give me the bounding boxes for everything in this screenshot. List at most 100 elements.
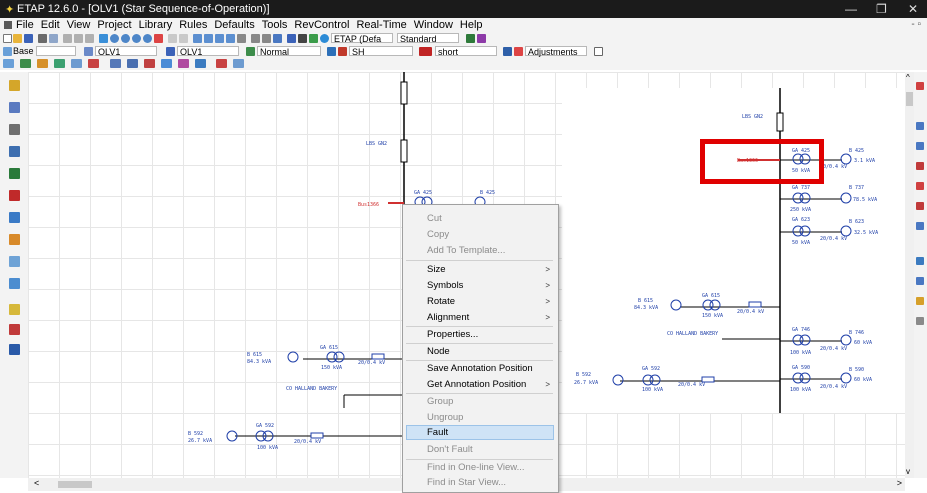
print-icon[interactable] [38, 34, 47, 43]
zoom-window-icon[interactable] [143, 34, 152, 43]
menu-item-symbols[interactable]: Symbols [427, 280, 463, 291]
zoom-out-icon[interactable] [121, 34, 130, 43]
menu-project[interactable]: Project [97, 19, 131, 31]
back-icon[interactable] [251, 34, 260, 43]
presentation-dropdown[interactable]: OLV1 [95, 46, 157, 57]
right-tool-2-icon[interactable] [916, 122, 924, 130]
arcflash-mode-icon[interactable] [144, 59, 155, 68]
menu-item-properties[interactable]: Properties... [427, 329, 478, 340]
menu-help[interactable]: Help [460, 19, 483, 31]
menu-window[interactable]: Window [414, 19, 453, 31]
cable-tool-icon[interactable] [9, 168, 20, 179]
menu-item-cut[interactable]: Cut [427, 213, 442, 224]
print-preview-icon[interactable] [49, 34, 58, 43]
etap-config-dropdown[interactable]: ETAP (Defa [331, 33, 393, 44]
right-tool-5-icon[interactable] [916, 182, 924, 190]
right-tool-3-icon[interactable] [916, 142, 924, 150]
adjustments-icon[interactable] [503, 47, 512, 56]
menu-item-alignment[interactable]: Alignment [427, 312, 469, 323]
right-tool-10-icon[interactable] [916, 297, 924, 305]
optimal-mode-icon[interactable] [233, 59, 244, 68]
theme-icon[interactable] [273, 34, 282, 43]
grounding-tool-icon[interactable] [9, 324, 20, 335]
edit-mode-icon[interactable] [3, 59, 14, 68]
standard-dropdown[interactable]: Standard [397, 33, 459, 44]
menu-defaults[interactable]: Defaults [214, 19, 254, 31]
protective-device-icon[interactable] [9, 234, 20, 245]
ground-grid-mode-icon[interactable] [195, 59, 206, 68]
sh-dropdown[interactable]: SH [349, 46, 413, 57]
menu-revcontrol[interactable]: RevControl [294, 19, 349, 31]
sh-icon[interactable] [327, 47, 336, 56]
menu-item-save-annotation[interactable]: Save Annotation Position [427, 363, 533, 374]
menu-library[interactable]: Library [139, 19, 173, 31]
close-button[interactable]: ✕ [908, 2, 918, 16]
symbols-icon[interactable] [226, 34, 235, 43]
save-icon[interactable] [24, 34, 33, 43]
presentation-icon[interactable] [84, 47, 93, 56]
vertical-scroll-thumb[interactable] [906, 92, 913, 106]
redo-icon[interactable] [179, 34, 188, 43]
check-icon[interactable] [154, 34, 163, 43]
menu-item-find-one-line[interactable]: Find in One-line View... [427, 462, 525, 473]
paste-icon[interactable] [85, 34, 94, 43]
grid-icon[interactable] [193, 34, 202, 43]
undo-icon[interactable] [168, 34, 177, 43]
help-icon[interactable] [309, 34, 318, 43]
right-tool-11-icon[interactable] [916, 317, 924, 325]
study-case-dropdown[interactable]: OLV1 [177, 46, 239, 57]
network-tool-icon[interactable] [9, 304, 20, 315]
etap-globe-icon[interactable] [320, 34, 329, 43]
menu-file[interactable]: File [16, 19, 34, 31]
menu-item-ungroup[interactable]: Ungroup [427, 412, 463, 423]
harmonic-mode-icon[interactable] [71, 59, 82, 68]
dc-mode-icon[interactable] [161, 59, 172, 68]
new-icon[interactable] [3, 34, 12, 43]
config-icon[interactable] [466, 34, 475, 43]
transient-mode-icon[interactable] [88, 59, 99, 68]
menu-item-get-annotation[interactable]: Get Annotation Position [427, 379, 526, 390]
right-tool-6-icon[interactable] [916, 202, 924, 210]
forward-icon[interactable] [262, 34, 271, 43]
text-icon[interactable] [237, 34, 246, 43]
document-icon[interactable] [4, 21, 12, 29]
loadflow-mode-icon[interactable] [20, 59, 31, 68]
restore-button[interactable]: ❐ [876, 2, 887, 16]
adjustments-dropdown[interactable]: Adjustments [525, 46, 587, 57]
copy-icon[interactable] [74, 34, 83, 43]
pointer-icon[interactable] [9, 80, 20, 91]
cable-mode-icon[interactable] [178, 59, 189, 68]
minimize-button[interactable]: — [845, 2, 857, 16]
zoom-fit-icon[interactable] [132, 34, 141, 43]
composite-tool-icon[interactable] [9, 278, 20, 289]
mdi-controls[interactable]: - ▫ [911, 19, 921, 30]
scroll-down-icon[interactable]: v [906, 467, 910, 476]
right-tool-8-icon[interactable] [916, 257, 924, 265]
horizontal-scroll-thumb[interactable] [58, 481, 92, 488]
right-tool-4-icon[interactable] [916, 162, 924, 170]
menu-tools[interactable]: Tools [262, 19, 288, 31]
menu-item-add-to-template[interactable]: Add To Template... [427, 245, 505, 256]
panel-tool-icon[interactable] [9, 344, 20, 355]
meter-tool-icon[interactable] [9, 256, 20, 267]
star-mode-icon[interactable] [216, 59, 227, 68]
menu-realtime[interactable]: Real-Time [356, 19, 406, 31]
mode-icon[interactable] [477, 34, 486, 43]
open-icon[interactable] [13, 34, 22, 43]
report-icon[interactable] [287, 34, 296, 43]
config-status-icon[interactable] [166, 47, 175, 56]
menu-item-rotate[interactable]: Rotate [427, 296, 455, 307]
sh-color-icon[interactable] [338, 47, 347, 56]
menu-item-group[interactable]: Group [427, 396, 453, 407]
normal-dropdown[interactable]: Normal [257, 46, 321, 57]
cut-icon[interactable] [63, 34, 72, 43]
reliability-mode-icon[interactable] [110, 59, 121, 68]
scroll-left-icon[interactable]: < [34, 478, 39, 488]
menu-item-find-star[interactable]: Find in Star View... [427, 477, 506, 488]
short-dropdown[interactable]: short [435, 46, 497, 57]
menu-item-dont-fault[interactable]: Don't Fault [427, 444, 473, 455]
bus-tool-icon[interactable] [9, 102, 20, 113]
normal-mode-icon[interactable] [246, 47, 255, 56]
adjustments-color-icon[interactable] [514, 47, 523, 56]
menu-item-size[interactable]: Size [427, 264, 445, 275]
